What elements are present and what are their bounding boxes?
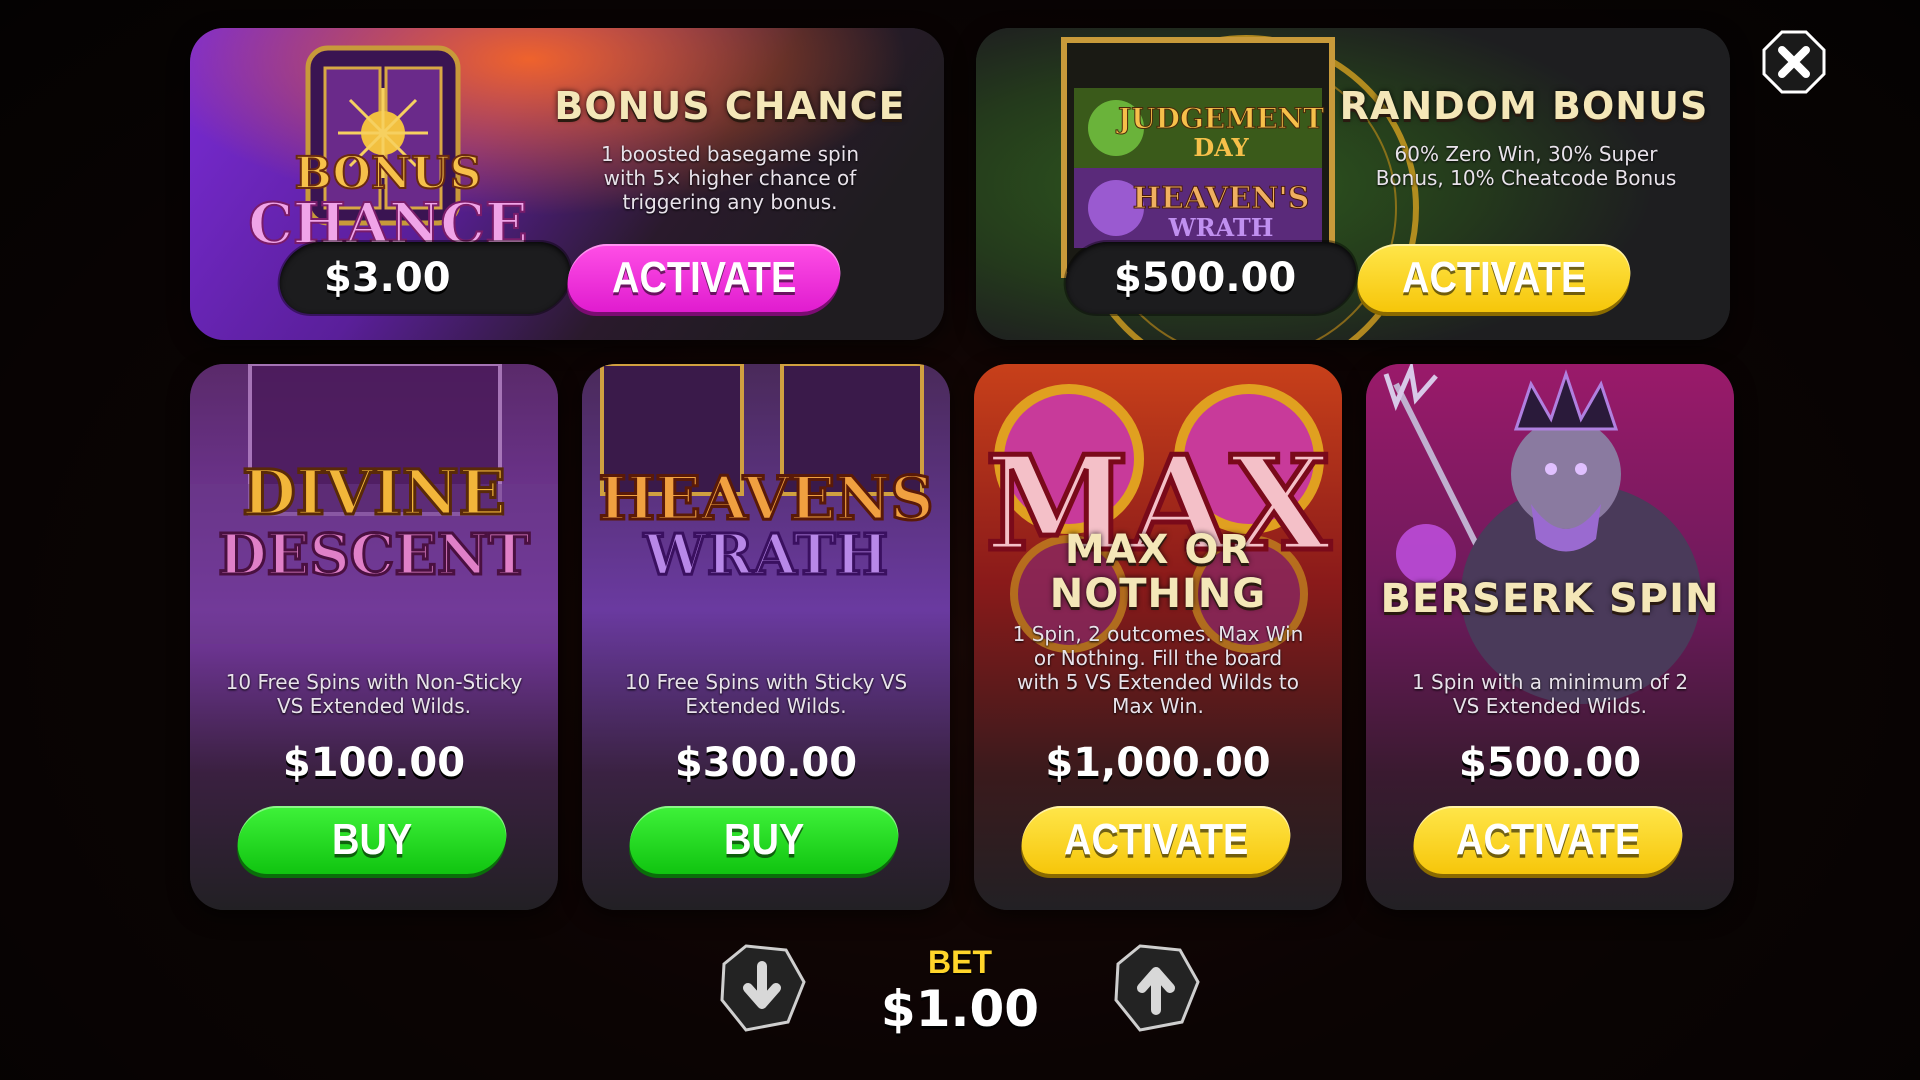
button-label: BUY (723, 815, 805, 865)
svg-text:DESCENT: DESCENT (218, 522, 530, 588)
divine-descent-description: 10 Free Spins with Non-Sticky VS Extende… (200, 670, 548, 718)
button-label: BUY (331, 815, 413, 865)
button-label: ACTIVATE (1401, 253, 1587, 303)
random-bonus-card: JUDGEMENT DAY HEAVEN'S WRATH RANDOM BONU… (976, 28, 1730, 340)
svg-text:JUDGEMENT: JUDGEMENT (1115, 102, 1324, 135)
random-bonus-price: $500.00 (1114, 255, 1297, 301)
arrow-down-icon (720, 944, 806, 1032)
svg-text:WRATH: WRATH (643, 522, 888, 588)
berserk-spin-card: BERSERK SPIN 1 Spin with a minimum of 2 … (1366, 364, 1734, 910)
max-or-nothing-card: MAX MAX OR NOTHING 1 Spin, 2 outcomes. M… (974, 364, 1342, 910)
bonus-chance-activate-button[interactable]: ACTIVATE (563, 244, 845, 312)
desc-line: or Nothing. Fill the board (1033, 646, 1283, 670)
heavens-wrath-price: $300.00 (674, 740, 858, 786)
heavens-wrath-buy-button[interactable]: BUY (625, 806, 903, 874)
desc-line: 60% Zero Win, 30% Super (1394, 142, 1658, 166)
max-or-nothing-activate-button[interactable]: ACTIVATE (1017, 806, 1295, 874)
title-line: MAX OR (1064, 527, 1252, 573)
svg-text:WRATH: WRATH (1168, 213, 1274, 242)
button-label: ACTIVATE (611, 253, 797, 303)
desc-line: Extended Wilds. (685, 694, 847, 718)
close-button[interactable] (1762, 30, 1826, 94)
desc-line: Bonus, 10% Cheatcode Bonus (1375, 166, 1677, 190)
svg-text:DIVINE: DIVINE (242, 456, 506, 529)
desc-line: 10 Free Spins with Non-Sticky (225, 670, 523, 694)
desc-line: Max Win. (1112, 694, 1204, 718)
svg-text:HEAVEN'S: HEAVEN'S (1133, 181, 1310, 216)
desc-line: with 5 VS Extended Wilds to (1017, 670, 1299, 694)
random-bonus-activate-button[interactable]: ACTIVATE (1353, 244, 1635, 312)
desc-line: 10 Free Spins with Sticky VS (624, 670, 908, 694)
berserk-spin-description: 1 Spin with a minimum of 2 VS Extended W… (1376, 670, 1724, 718)
heavens-wrath-description: 10 Free Spins with Sticky VS Extended Wi… (592, 670, 940, 718)
bonus-chance-description: 1 boosted basegame spin with 5× higher c… (560, 142, 900, 214)
berserk-spin-title: BERSERK SPIN (1380, 576, 1720, 622)
divine-descent-card: DIVINE DESCENT 10 Free Spins with Non-St… (190, 364, 558, 910)
random-bonus-title: RANDOM BONUS (1339, 84, 1709, 128)
desc-line: 1 Spin with a minimum of 2 (1411, 670, 1689, 694)
divine-descent-buy-button[interactable]: BUY (233, 806, 511, 874)
desc-line: 1 boosted basegame spin (601, 142, 859, 166)
desc-line: with 5× higher chance of (603, 166, 857, 190)
desc-line: triggering any bonus. (622, 190, 838, 214)
max-or-nothing-title: MAX OR NOTHING (974, 528, 1342, 616)
desc-line: 1 Spin, 2 outcomes. Max Win (1012, 622, 1304, 646)
svg-text:DAY: DAY (1193, 133, 1249, 162)
bet-value: $1.00 (880, 980, 1040, 1038)
bet-decrease-button[interactable] (716, 942, 808, 1034)
berserk-spin-activate-button[interactable]: ACTIVATE (1409, 806, 1687, 874)
bonus-chance-card: BONUS CHANCE BONUS CHANCE 1 boosted base… (190, 28, 944, 340)
max-or-nothing-description: 1 Spin, 2 outcomes. Max Win or Nothing. … (984, 622, 1332, 718)
bet-increase-button[interactable] (1110, 942, 1202, 1034)
bonus-chance-price: $3.00 (324, 255, 451, 301)
title-line: NOTHING (1049, 571, 1267, 617)
bet-label: BET (928, 944, 992, 980)
max-or-nothing-price: $1,000.00 (1045, 740, 1271, 786)
button-label: ACTIVATE (1063, 815, 1249, 865)
heavens-wrath-card: HEAVENS WRATH 10 Free Spins with Sticky … (582, 364, 950, 910)
divine-descent-price: $100.00 (282, 740, 466, 786)
desc-line: VS Extended Wilds. (1452, 694, 1647, 718)
button-label: ACTIVATE (1455, 815, 1641, 865)
random-bonus-description: 60% Zero Win, 30% Super Bonus, 10% Cheat… (1336, 142, 1716, 190)
desc-line: VS Extended Wilds. (276, 694, 471, 718)
arrow-up-icon (1114, 944, 1200, 1032)
close-x-icon (1762, 30, 1826, 94)
bonus-chance-title: BONUS CHANCE (554, 84, 906, 128)
berserk-spin-price: $500.00 (1458, 740, 1642, 786)
